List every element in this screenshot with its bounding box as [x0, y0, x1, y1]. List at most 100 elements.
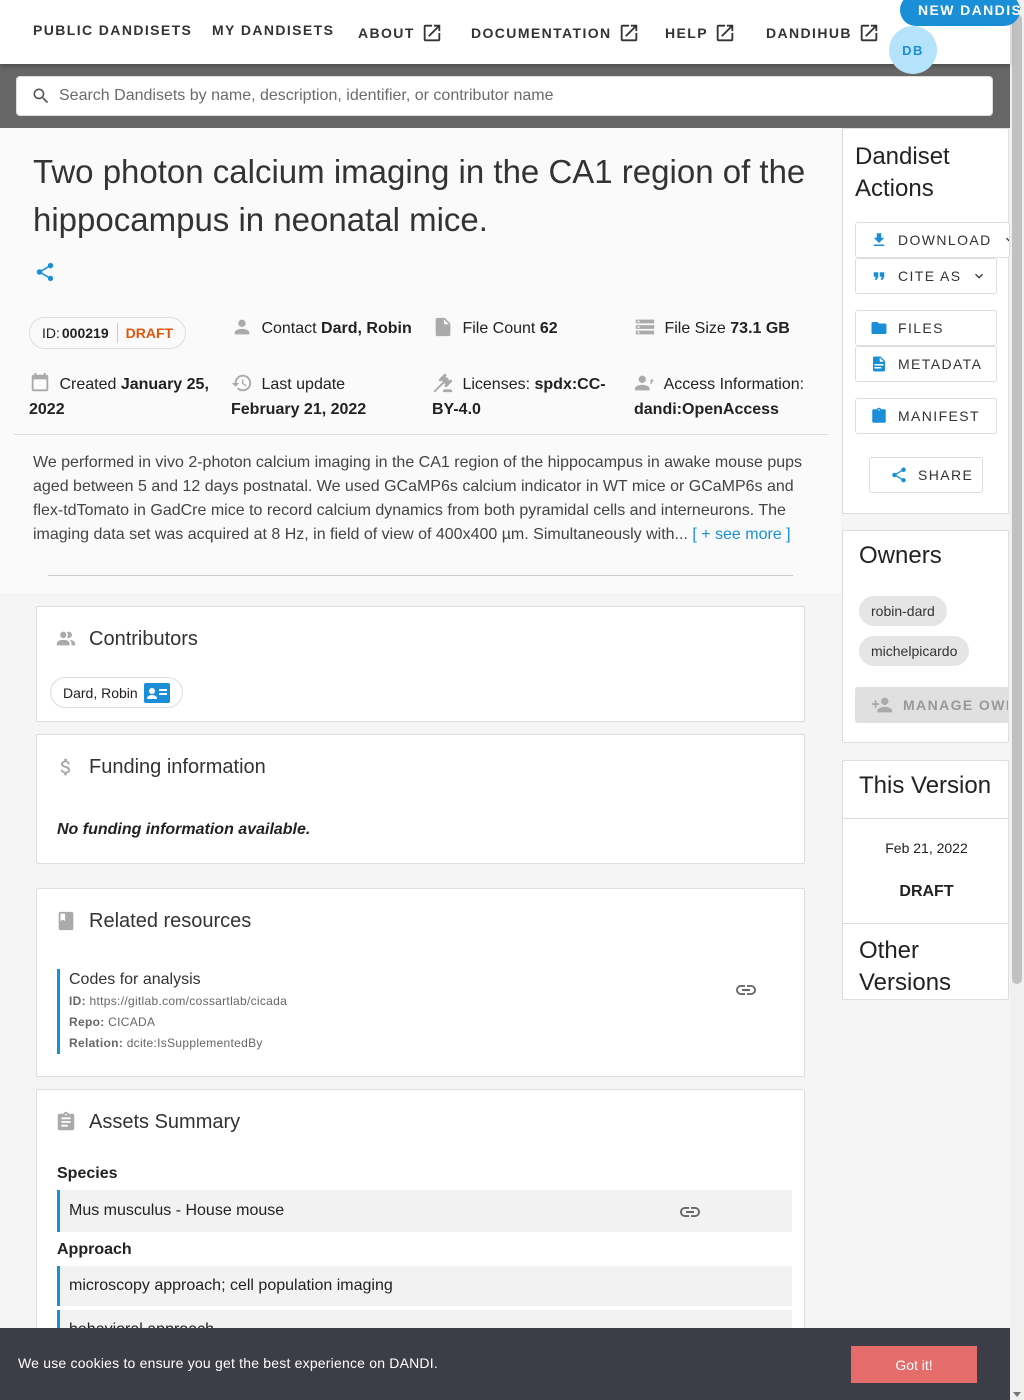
clipboard-list-icon — [57, 1111, 75, 1131]
search-icon — [33, 88, 49, 104]
updated-value: February 21, 2022 — [231, 401, 367, 418]
license: Licenses: spdx:CC-BY-4.0 — [432, 372, 612, 422]
cite-label: CITE AS — [898, 268, 962, 284]
avatar[interactable]: DB — [889, 26, 937, 74]
nav-label: DANDIHUB — [766, 25, 852, 41]
gavel-icon — [433, 373, 453, 393]
created-date: Created January 25, 2022 — [29, 372, 219, 422]
manage-owners-label: MANAGE OWNERS — [903, 697, 1008, 713]
files-button[interactable]: FILES — [855, 310, 997, 346]
manifest-label: MANIFEST — [898, 408, 980, 424]
group-icon — [56, 631, 76, 646]
contact-value: Dard, Robin — [321, 320, 412, 337]
quote-icon — [873, 272, 885, 280]
document-icon — [873, 356, 885, 372]
nav-about[interactable]: ABOUT — [358, 22, 443, 44]
nav-label: MY DANDISETS — [212, 22, 335, 38]
resource-id-label: ID: — [69, 994, 86, 1008]
dandiset-title: Two photon calcium imaging in the CA1 re… — [33, 153, 806, 238]
folder-icon — [871, 322, 887, 334]
dandiset-actions-card: Dandiset Actions DOWNLOAD CITE AS FILES … — [842, 128, 1010, 514]
description: We performed in vivo 2-photon calcium im… — [33, 451, 808, 547]
version-card: This Version Feb 21, 2022 DRAFT Other Ve… — [842, 760, 1009, 1000]
approach-row: microscopy approach; cell population ima… — [57, 1266, 792, 1306]
access-label: Access Information: — [663, 376, 805, 393]
nav-my-dandisets[interactable]: MY DANDISETS — [212, 22, 334, 38]
external-link-icon — [716, 24, 734, 42]
cite-as-button[interactable]: CITE AS — [855, 258, 997, 294]
share-icon — [892, 467, 906, 483]
manifest-button[interactable]: MANIFEST — [855, 398, 997, 434]
resource-id-value: https://gitlab.com/cossartlab/cicada — [89, 994, 288, 1008]
file-size-value: 73.1 GB — [730, 320, 790, 337]
contributor-name: Dard, Robin — [63, 684, 138, 701]
share-label: SHARE — [918, 467, 974, 483]
updated-label: Last update — [261, 376, 346, 393]
access-value: dandi:OpenAccess — [634, 401, 779, 418]
scrollbar[interactable] — [1010, 0, 1024, 1400]
owners-title: Owners — [859, 542, 942, 569]
metadata-button[interactable]: METADATA — [855, 346, 997, 382]
new-dandiset-button[interactable]: NEW DANDISET — [900, 0, 1020, 26]
contact-info: Contact Dard, Robin — [231, 316, 412, 341]
resource-id: ID: https://gitlab.com/cossartlab/cicada — [69, 991, 757, 1012]
divider — [843, 818, 1008, 819]
resource-item: Codes for analysis ID: https://gitlab.co… — [57, 969, 757, 1054]
see-more-link[interactable]: [ + see more ] — [692, 526, 790, 543]
funding-title: Funding information — [89, 756, 266, 778]
nav-label: ABOUT — [358, 25, 415, 41]
owner-chip: michelpicardo — [859, 636, 970, 666]
metadata-label: METADATA — [898, 356, 983, 372]
link-icon[interactable] — [734, 978, 758, 1002]
nav-help[interactable]: HELP — [665, 22, 736, 44]
search-input[interactable] — [59, 87, 959, 105]
owners-card: Owners robin-dard michelpicardo MANAGE O… — [842, 530, 1009, 743]
version-status[interactable]: DRAFT — [843, 883, 1008, 901]
scrollbar-thumb[interactable] — [1012, 14, 1022, 984]
download-button[interactable]: DOWNLOAD — [855, 222, 1010, 258]
contributors-title: Contributors — [89, 628, 198, 650]
version-date: Feb 21, 2022 — [885, 840, 968, 856]
resource-repo: Repo: CICADA — [69, 1012, 757, 1033]
status-badge: DRAFT — [125, 325, 174, 341]
species-row: Mus musculus - House mouse — [57, 1190, 792, 1232]
license-label: Licenses: — [462, 376, 531, 393]
file-count-value: 62 — [539, 320, 558, 337]
file-icon — [435, 317, 451, 337]
species-value: Mus musculus - House mouse — [69, 1202, 285, 1219]
resource-relation-label: Relation: — [69, 1036, 124, 1050]
share-icon[interactable] — [34, 261, 56, 283]
contributors-card: Contributors Dard, Robin — [36, 606, 805, 722]
cookie-accept-button[interactable]: Got it! — [851, 1346, 977, 1383]
link-icon[interactable] — [678, 1200, 702, 1224]
actions-title: Dandiset Actions — [855, 143, 950, 202]
resource-repo-value: CICADA — [108, 1015, 156, 1029]
nav-dandihub[interactable]: DANDIHUB — [766, 22, 880, 44]
description-text: We performed in vivo 2-photon calcium im… — [33, 454, 803, 543]
file-size-label: File Size — [664, 320, 726, 337]
download-label: DOWNLOAD — [898, 232, 992, 248]
manage-owners-button[interactable]: MANAGE OWNERS — [855, 687, 1008, 723]
divider — [14, 434, 828, 435]
assets-title: Assets Summary — [89, 1111, 241, 1133]
nav-documentation[interactable]: DOCUMENTATION — [471, 22, 640, 44]
search-bar — [16, 76, 993, 116]
search-band — [0, 64, 1010, 128]
share-button[interactable]: SHARE — [869, 457, 983, 493]
external-link-icon — [860, 24, 878, 42]
clipboard-icon — [872, 407, 886, 423]
approach-label: Approach — [57, 1241, 132, 1258]
resource-name: Codes for analysis — [69, 971, 201, 988]
files-label: FILES — [898, 320, 944, 336]
nav-public-dandisets[interactable]: PUBLIC DANDISETS — [33, 22, 192, 38]
nav-label: HELP — [665, 25, 708, 41]
scroll-down-arrow-icon[interactable] — [1013, 1392, 1021, 1397]
download-icon — [873, 233, 885, 246]
contributor-chip[interactable]: Dard, Robin — [50, 677, 183, 708]
species-label: Species — [57, 1165, 118, 1182]
person-question-icon — [634, 375, 654, 391]
created-value: January 25, 2022 — [29, 376, 209, 418]
dandiset-id: 000219 — [61, 325, 109, 341]
resource-repo-label: Repo: — [69, 1015, 105, 1029]
dollar-icon — [60, 758, 71, 776]
